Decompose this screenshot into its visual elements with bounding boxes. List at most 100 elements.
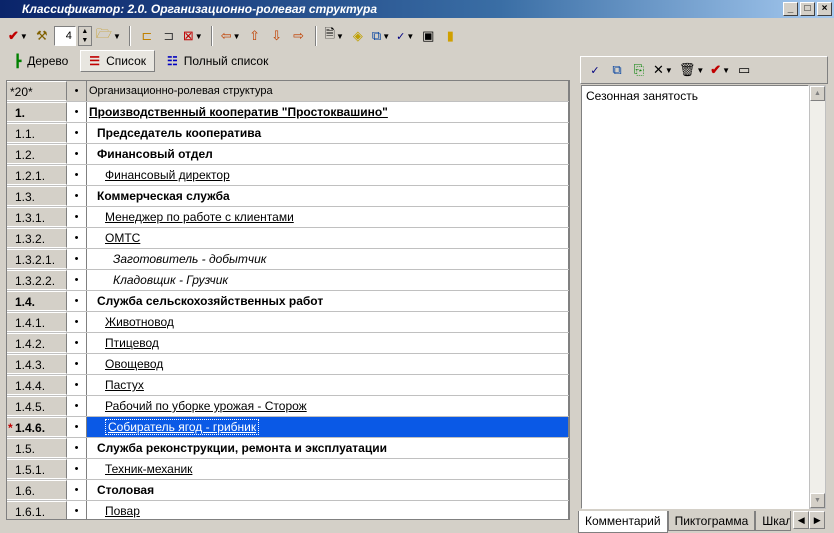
table-row[interactable]: 1.3. • Коммерческая служба — [7, 186, 569, 207]
row-number[interactable]: 1.4.4. — [7, 375, 67, 395]
delete-node-button[interactable]: ⊠ ▼ — [181, 25, 205, 47]
scroll-down-icon[interactable]: ▼ — [810, 493, 825, 508]
row-number[interactable]: 1.5.1. — [7, 459, 67, 479]
maximize-button[interactable]: □ — [800, 2, 815, 16]
comment-cut-button[interactable]: ✕ ▼ — [651, 59, 675, 81]
memo-scrollbar[interactable]: ▲ ▼ — [809, 85, 826, 509]
row-name-cell[interactable]: Финансовый отдел — [87, 144, 569, 164]
row-name-cell[interactable]: Менеджер по работе с клиентами — [87, 207, 569, 227]
tab-scroll-right-icon[interactable]: ▶ — [809, 511, 826, 529]
row-number[interactable]: 1.5. — [7, 438, 67, 458]
check-button[interactable]: ✔ ▼ — [6, 25, 30, 47]
tab-pictogram[interactable]: Пиктограмма — [667, 511, 756, 531]
spellcheck-button[interactable]: ✓ ▼ — [394, 25, 416, 47]
move-left-button[interactable]: ⇦ ▼ — [219, 25, 243, 47]
table-row[interactable]: 1. • Производственный кооператив "Простокв… — [7, 102, 569, 123]
comment-check-button[interactable]: ✔ ▼ — [708, 59, 732, 81]
row-number[interactable]: 1.6.1. — [7, 501, 67, 519]
minimize-button[interactable]: _ — [783, 2, 798, 16]
row-name-cell[interactable]: Рабочий по уборке урожая - Сторож — [87, 396, 569, 416]
row-name-cell[interactable]: Служба реконструкции, ремонта и эксплуат… — [87, 438, 569, 458]
tab-tree[interactable]: ┣ Дерево — [6, 50, 76, 72]
preview-button[interactable]: 🗎 ▼ — [323, 25, 346, 47]
row-number[interactable]: 1.4.5. — [7, 396, 67, 416]
table-row[interactable]: 1.2. • Финансовый отдел — [7, 144, 569, 165]
expand-level-button[interactable]: ⊏ — [137, 25, 157, 47]
row-name-cell[interactable]: Животновод — [87, 312, 569, 332]
row-name-cell[interactable]: Финансовый директор — [87, 165, 569, 185]
row-number[interactable]: 1.3.2. — [7, 228, 67, 248]
table-row[interactable]: 1.3.1. • Менеджер по работе с клиентами — [7, 207, 569, 228]
tab-comment[interactable]: Комментарий — [578, 511, 668, 533]
copy-button[interactable]: ⧉ ▼ — [370, 25, 392, 47]
row-number[interactable]: 1.4.1. — [7, 312, 67, 332]
scroll-up-icon[interactable]: ▲ — [810, 86, 825, 101]
table-row[interactable]: 1.5. • Служба реконструкции, ремонта и экс… — [7, 438, 569, 459]
close-button[interactable]: × — [817, 2, 832, 16]
row-number[interactable]: 1.3.2.2. — [7, 270, 67, 290]
tools-button[interactable]: ⚒ — [32, 25, 52, 47]
row-name-cell[interactable]: Производственный кооператив "Простокваши… — [87, 102, 569, 122]
tab-scale[interactable]: Шкал — [755, 511, 792, 531]
table-row[interactable]: 1.3.2.2. • Кладовщик - Грузчик — [7, 270, 569, 291]
row-name-cell[interactable]: ОМТС — [87, 228, 569, 248]
move-right-button[interactable]: ⇨ — [289, 25, 309, 47]
structure-grid[interactable]: *20* • Организационно-ролевая структура … — [6, 80, 570, 520]
move-up-button[interactable]: ⇧ — [245, 25, 265, 47]
warning-button[interactable]: ◈ — [348, 25, 368, 47]
table-row[interactable]: 1.4.4. • Пастух — [7, 375, 569, 396]
table-row[interactable]: 1.6.1. • Повар — [7, 501, 569, 519]
row-number[interactable]: 1.2. — [7, 144, 67, 164]
comment-copy-button[interactable]: ⧉ — [607, 59, 627, 81]
comment-paste-button[interactable]: ⎘ — [629, 59, 649, 81]
table-row[interactable]: 1.3.2. • ОМТС — [7, 228, 569, 249]
exit-button[interactable]: ▮ — [440, 25, 460, 47]
comment-note-button[interactable]: ▭ — [734, 59, 754, 81]
arrow-down-icon[interactable]: ▼ — [79, 36, 91, 45]
table-row[interactable]: 1.5.1. • Техник-механик — [7, 459, 569, 480]
row-name-cell[interactable]: Служба сельскохозяйственных работ — [87, 291, 569, 311]
row-name-cell[interactable]: Председатель кооператива — [87, 123, 569, 143]
comment-spellcheck-button[interactable]: ✓ — [585, 59, 605, 81]
row-number[interactable]: 1.4. — [7, 291, 67, 311]
row-number[interactable]: 1.4.3. — [7, 354, 67, 374]
row-name-cell[interactable]: Собиратель ягод - грибник — [87, 417, 569, 437]
table-row[interactable]: 1.4.3. • Овощевод — [7, 354, 569, 375]
save-button[interactable]: ▣ — [418, 25, 438, 47]
table-row[interactable]: 1.4. • Служба сельскохозяйственных работ — [7, 291, 569, 312]
table-row[interactable]: 1.3.2.1. • Заготовитель - добытчик — [7, 249, 569, 270]
row-number[interactable]: 1.2.1. — [7, 165, 67, 185]
table-row[interactable]: 1.4.1. • Животновод — [7, 312, 569, 333]
row-name-cell[interactable]: Техник-механик — [87, 459, 569, 479]
row-name-cell[interactable]: Повар — [87, 501, 569, 519]
row-number[interactable]: * 1.4.6. — [7, 417, 67, 437]
open-folder-button[interactable]: 🗁 ▼ — [94, 25, 123, 47]
row-name-cell[interactable]: Коммерческая служба — [87, 186, 569, 206]
row-number[interactable]: 1.3.2.1. — [7, 249, 67, 269]
row-name-cell[interactable]: Пастух — [87, 375, 569, 395]
tab-full-list[interactable]: ☷ Полный список — [159, 50, 276, 72]
level-spinner-input[interactable]: 4 — [53, 26, 76, 46]
row-name-cell[interactable]: Овощевод — [87, 354, 569, 374]
table-row[interactable]: 1.4.5. • Рабочий по уборке урожая - Сторож — [7, 396, 569, 417]
table-row[interactable]: 1.4.2. • Птицевод — [7, 333, 569, 354]
row-name-cell[interactable]: Кладовщик - Грузчик — [87, 270, 569, 290]
arrow-up-icon[interactable]: ▲ — [79, 27, 91, 36]
row-name-cell[interactable]: Птицевод — [87, 333, 569, 353]
row-number[interactable]: 1.6. — [7, 480, 67, 500]
row-number[interactable]: 1.1. — [7, 123, 67, 143]
table-row[interactable]: 1.1. • Председатель кооператива — [7, 123, 569, 144]
collapse-level-button[interactable]: ⊐ — [159, 25, 179, 47]
row-number[interactable]: 1. — [7, 102, 67, 122]
comment-delete-button[interactable]: 🗑 ▼ — [677, 59, 706, 81]
table-row[interactable]: 1.6. • Столовая — [7, 480, 569, 501]
tab-list[interactable]: ☰ Список — [80, 50, 155, 72]
row-number[interactable]: 1.3. — [7, 186, 67, 206]
row-name-cell[interactable]: Заготовитель - добытчик — [87, 249, 569, 269]
tab-scroll-left-icon[interactable]: ◀ — [793, 511, 810, 529]
header-title[interactable]: Организационно-ролевая структура — [87, 81, 569, 101]
row-name-cell[interactable]: Столовая — [87, 480, 569, 500]
row-number[interactable]: 1.4.2. — [7, 333, 67, 353]
row-number[interactable]: 1.3.1. — [7, 207, 67, 227]
table-row[interactable]: 1.2.1. • Финансовый директор — [7, 165, 569, 186]
